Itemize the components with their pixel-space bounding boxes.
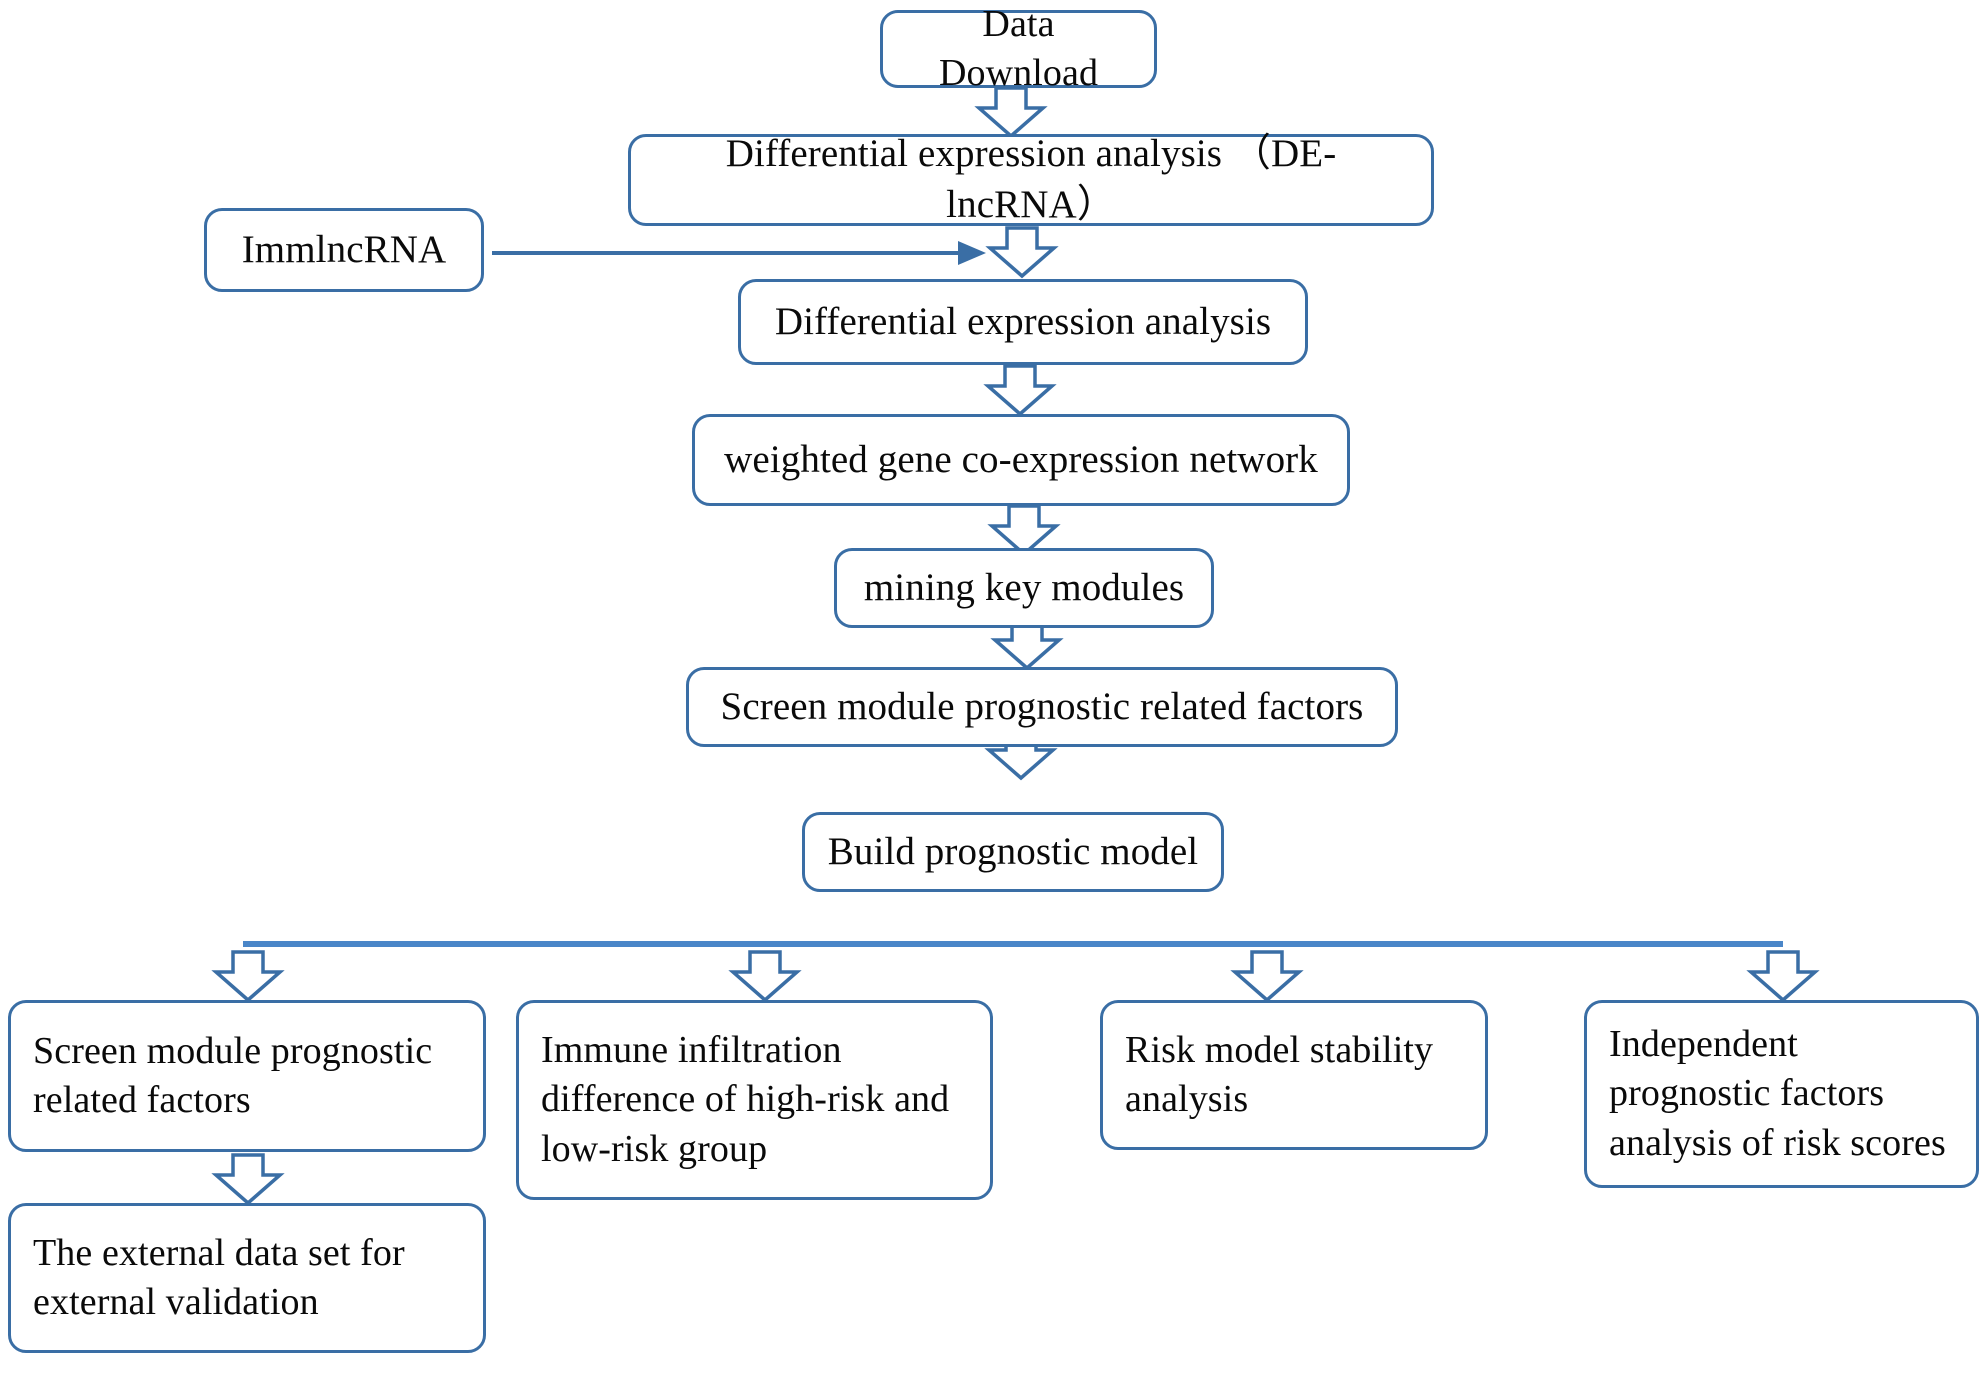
node-data-download[interactable]: Data Download [880, 3, 1157, 94]
arrow-wgcna-to-mining-key-modules [987, 504, 1061, 557]
node-independent-prognostic[interactable]: Independent prognostic factors analysis … [1584, 1000, 1979, 1188]
node-wgcna-label: weighted gene co-expression network [724, 437, 1318, 481]
node-immune-infiltration[interactable]: Immune infiltration difference of high-r… [516, 1000, 993, 1200]
node-screen-module-bottom-label: Screen module prognostic related factors [33, 1029, 433, 1121]
node-risk-stability[interactable]: Risk model stability analysis [1100, 1000, 1488, 1150]
node-build-model[interactable]: Build prognostic model [802, 812, 1224, 892]
node-screen-module-top[interactable]: Screen module prognostic related factors [686, 667, 1398, 747]
node-immlncrna-label: ImmlncRNA [241, 227, 447, 271]
arrow-screen-module-bottom-to-external-validation [211, 1153, 285, 1206]
arrow-bus-to-immune-infiltration [728, 950, 802, 1003]
node-external-validation-label: The external data set for external valid… [33, 1231, 405, 1323]
arrow-bus-to-independent-prognostic [1746, 950, 1820, 1003]
node-independent-prognostic-label: Independent prognostic factors analysis … [1609, 1022, 1946, 1164]
node-immune-infiltration-label: Immune infiltration difference of high-r… [541, 1028, 950, 1170]
node-de-analysis[interactable]: Differential expression analysis [738, 279, 1308, 365]
node-risk-stability-label: Risk model stability analysis [1125, 1028, 1434, 1120]
arrow-bus-to-risk-stability [1230, 950, 1304, 1003]
node-screen-module-top-label: Screen module prognostic related factors [720, 684, 1364, 728]
arrowhead-immlncrna [958, 241, 986, 265]
arrow-de-lncrna-to-de-analysis [985, 226, 1059, 279]
node-screen-module-bottom[interactable]: Screen module prognostic related factors [8, 1000, 486, 1152]
flowchart-canvas: Data Download Differential expression an… [0, 0, 1984, 1385]
node-external-validation[interactable]: The external data set for external valid… [8, 1203, 486, 1353]
node-wgcna[interactable]: weighted gene co-expression network [692, 414, 1350, 506]
node-build-model-label: Build prognostic model [827, 829, 1199, 873]
node-immlncrna[interactable]: ImmlncRNA [204, 208, 484, 292]
node-de-lncrna-label: Differential expression analysis （DE-lnc… [725, 132, 1337, 226]
node-mining-key-modules[interactable]: mining key modules [834, 548, 1214, 628]
arrow-bus-to-screen-module-bottom [211, 950, 285, 1003]
node-de-lncrna[interactable]: Differential expression analysis （DE-lnc… [628, 132, 1434, 226]
node-de-analysis-label: Differential expression analysis [774, 299, 1272, 343]
node-data-download-label: Data Download [938, 2, 1099, 94]
arrow-de-analysis-to-wgcna [983, 364, 1057, 417]
node-mining-key-modules-label: mining key modules [863, 565, 1185, 609]
